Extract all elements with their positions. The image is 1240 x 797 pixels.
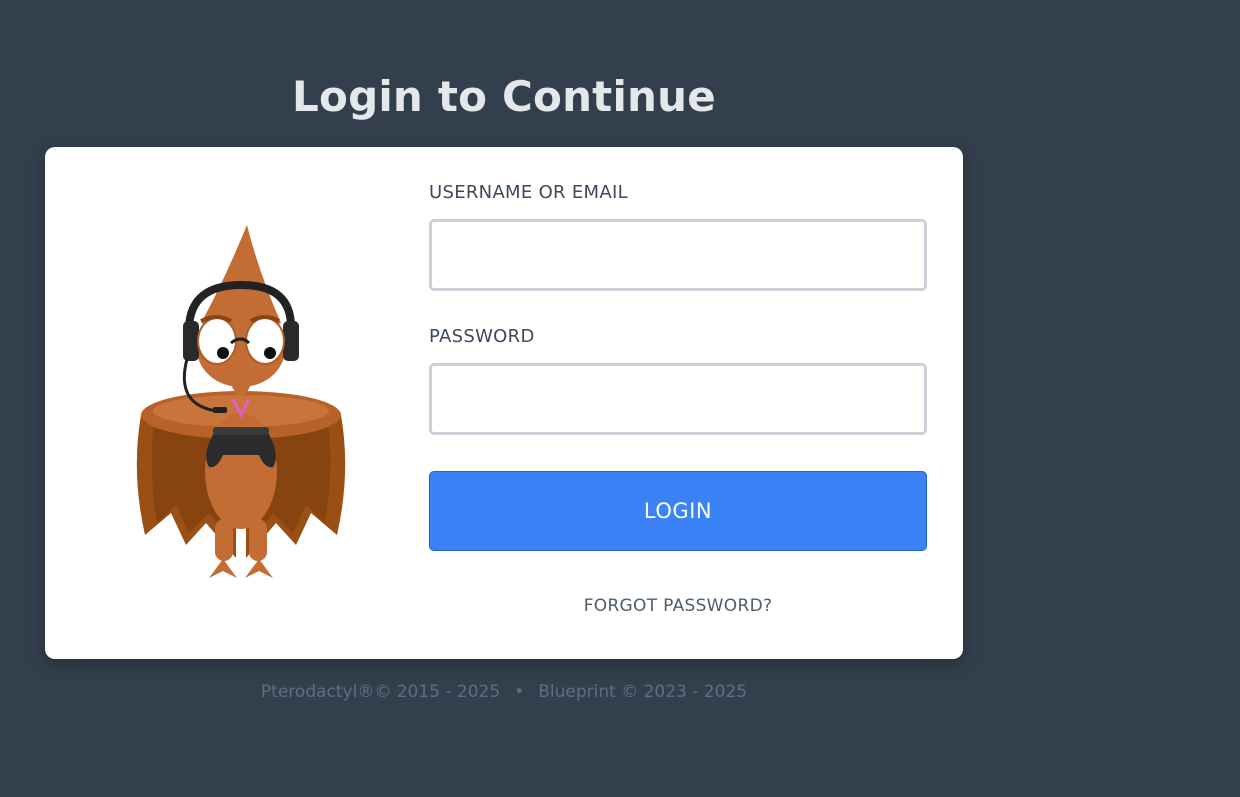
username-label: USERNAME OR EMAIL [429,182,628,203]
password-input[interactable] [429,363,927,435]
username-input[interactable] [429,219,927,291]
pterodactyl-copyright[interactable]: Pterodactyl®© 2015 - 2025 [261,682,500,702]
footer-separator: • [514,682,525,702]
login-card: USERNAME OR EMAIL PASSWORD LOGIN FORGOT … [45,147,963,659]
blueprint-copyright[interactable]: Blueprint © 2023 - 2025 [538,682,747,702]
password-label: PASSWORD [429,326,535,347]
login-page: Login to Continue USERNAME OR EMAIL PASS… [0,0,1240,797]
pterodactyl-mascot-icon [136,225,346,578]
forgot-password-link[interactable]: FORGOT PASSWORD? [429,596,927,616]
page-title: Login to Continue [292,72,716,121]
footer: Pterodactyl®© 2015 - 2025 • Blueprint © 20… [45,682,963,702]
login-button[interactable]: LOGIN [429,471,927,551]
